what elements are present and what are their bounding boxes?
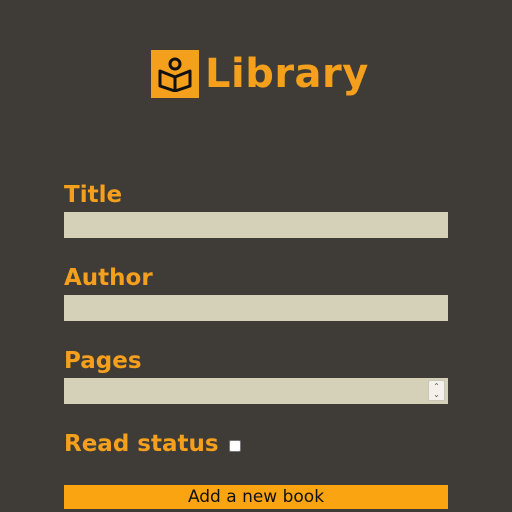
- library-page: Library Title Author Pages ⌃ ⌄ Read stat…: [0, 0, 512, 512]
- title-input[interactable]: [64, 212, 448, 238]
- app-header: Library: [151, 50, 369, 98]
- read-status-checkbox[interactable]: [228, 440, 241, 452]
- app-title: Library: [205, 51, 369, 97]
- add-book-button[interactable]: Add a new book: [64, 485, 448, 509]
- pages-stepper[interactable]: ⌃ ⌄: [428, 380, 445, 401]
- read-status-label: Read status: [64, 431, 219, 457]
- title-label: Title: [64, 182, 123, 208]
- read-status-row: Read status: [64, 431, 241, 457]
- author-input[interactable]: [64, 295, 448, 321]
- pages-input[interactable]: [64, 378, 448, 404]
- author-label: Author: [64, 265, 153, 291]
- book-reader-icon: [151, 50, 199, 98]
- pages-label: Pages: [64, 348, 142, 374]
- stepper-down-icon[interactable]: ⌄: [433, 390, 440, 399]
